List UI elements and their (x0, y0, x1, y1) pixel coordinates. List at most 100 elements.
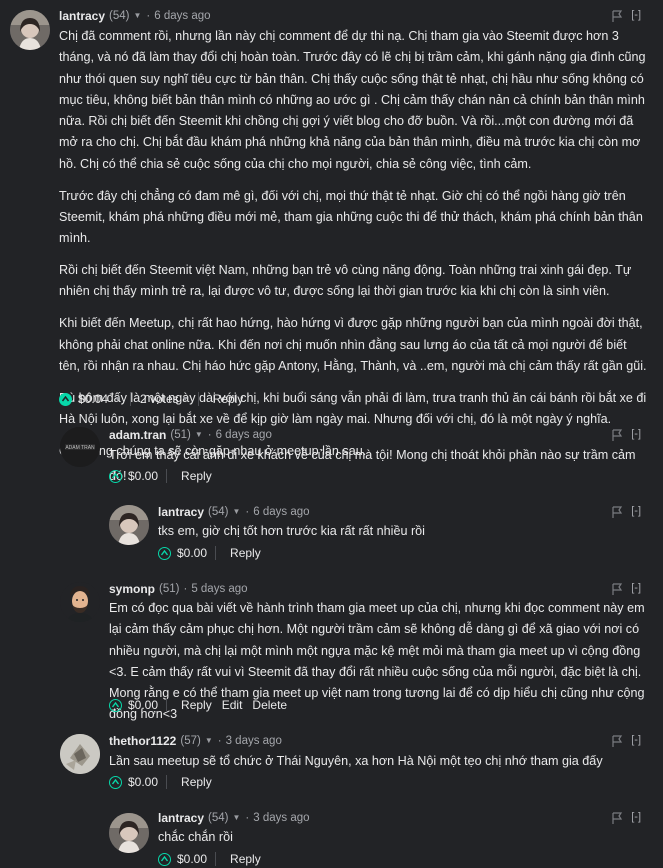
comment-header: thethor1122 (57) ▼ · 3 days ago (109, 732, 282, 750)
timestamp[interactable]: 3 days ago (226, 732, 282, 750)
comment-lantracy-1: lantracy (54) ▼ · 6 days ago [-] Chị đã … (0, 0, 663, 458)
collapse-toggle[interactable]: [-] (631, 811, 641, 823)
reply-link[interactable]: Reply (230, 546, 261, 560)
separator-dot: · (146, 10, 151, 22)
upvote-button[interactable] (158, 852, 171, 866)
comment-header: lantracy (54) ▼ · 3 days ago (158, 809, 310, 827)
collapse-toggle[interactable]: [-] (631, 505, 641, 517)
timestamp[interactable]: 6 days ago (154, 7, 210, 25)
comment-paragraph: Trước đây chị chẳng có đam mê gì, đối vớ… (59, 188, 643, 246)
author-name[interactable]: thethor1122 (109, 732, 176, 750)
reply-link[interactable]: Reply (181, 469, 212, 483)
comment-header: lantracy (54) ▼ · 6 days ago (158, 503, 310, 521)
reputation: (51) (159, 583, 180, 595)
flag-icon[interactable] (612, 735, 623, 747)
reputation: (54) (208, 812, 229, 824)
delete-link[interactable]: Delete (252, 698, 287, 712)
comment-footer: $0.00 Reply (158, 544, 261, 562)
upvote-button[interactable] (158, 546, 171, 560)
reply-link[interactable]: Reply (213, 392, 244, 406)
comment-header: symonp (51) · 5 days ago (109, 580, 248, 598)
author-menu-caret-icon[interactable]: ▼ (205, 732, 213, 750)
timestamp[interactable]: 3 days ago (253, 809, 309, 827)
reputation: (54) (208, 506, 229, 518)
timestamp[interactable]: 5 days ago (191, 580, 247, 598)
divider (166, 469, 168, 483)
author-name[interactable]: adam.tran (109, 426, 166, 444)
separator-dot: · (217, 735, 222, 747)
author-menu-caret-icon[interactable]: ▼ (133, 7, 141, 25)
avatar[interactable]: ADAM TRAN (60, 427, 100, 467)
collapse-toggle[interactable]: [-] (631, 9, 641, 21)
author-menu-caret-icon[interactable]: ▼ (232, 503, 240, 521)
edit-link[interactable]: Edit (222, 698, 243, 712)
votes-count[interactable]: 2 votes (140, 392, 179, 406)
payout-value[interactable]: $0.00 (128, 698, 158, 712)
comment-paragraph: Lần sau meetup sẽ tổ chức ở Thái Nguyên,… (109, 754, 603, 768)
comment-body: tks em, giờ chị tốt hơn trước kia rất rấ… (158, 521, 648, 542)
divider (166, 698, 168, 712)
upvote-button[interactable] (109, 469, 122, 483)
reputation: (51) (170, 429, 191, 441)
comment-paragraph: chắc chắn rồi (158, 830, 233, 844)
author-name[interactable]: lantracy (158, 503, 204, 521)
flag-icon[interactable] (612, 10, 623, 22)
payout-value[interactable]: $0.00 (177, 852, 207, 866)
collapse-toggle[interactable]: [-] (631, 582, 641, 594)
timestamp[interactable]: 6 days ago (216, 426, 272, 444)
upvote-button[interactable] (109, 698, 122, 712)
comment-paragraph: Rồi chị biết đến Steemit việt Nam, những… (59, 263, 632, 299)
upvote-button[interactable] (59, 392, 72, 406)
flag-icon[interactable] (612, 429, 623, 441)
flag-icon[interactable] (612, 812, 623, 824)
avatar[interactable] (10, 10, 50, 50)
separator-dot: · (245, 812, 250, 824)
upvote-button[interactable] (109, 775, 122, 789)
collapse-toggle[interactable]: [-] (631, 734, 641, 746)
separator-dot: · (207, 429, 212, 441)
payout-value[interactable]: $0.00 (128, 469, 158, 483)
author-name[interactable]: symonp (109, 580, 155, 598)
comment-paragraph: Chị đã comment rồi, nhưng lần này chị co… (59, 29, 646, 171)
payout-value[interactable]: $0.04 (78, 392, 108, 406)
collapse-toggle[interactable]: [-] (631, 428, 641, 440)
avatar-logo-text: ADAM TRAN (65, 445, 95, 451)
reputation: (54) (109, 10, 130, 22)
reply-link[interactable]: Reply (230, 852, 261, 866)
avatar[interactable] (109, 505, 149, 545)
author-name[interactable]: lantracy (59, 7, 105, 25)
divider (215, 852, 217, 866)
separator-dot: · (183, 583, 188, 595)
author-name[interactable]: lantracy (158, 809, 204, 827)
avatar[interactable] (109, 813, 149, 853)
comment-header: lantracy (54) ▼ · 6 days ago (59, 7, 211, 25)
flag-icon[interactable] (612, 506, 623, 518)
divider (129, 392, 131, 406)
comment-thethor1122: thethor1122 (57) ▼ · 3 days ago [-] Lần … (0, 730, 663, 800)
payout-value[interactable]: $0.00 (128, 775, 158, 789)
reply-link[interactable]: Reply (181, 775, 212, 789)
comment-footer: $0.00 Reply (109, 773, 212, 791)
payout-value[interactable]: $0.00 (177, 546, 207, 560)
comment-body: Lần sau meetup sẽ tổ chức ở Thái Nguyên,… (109, 751, 649, 772)
comment-lantracy-2: lantracy (54) ▼ · 6 days ago [-] tks em,… (0, 500, 663, 570)
author-menu-caret-icon[interactable]: ▼ (195, 426, 203, 444)
timestamp[interactable]: 6 days ago (253, 503, 309, 521)
comment-paragraph: tks em, giờ chị tốt hơn trước kia rất rấ… (158, 524, 425, 538)
divider (215, 546, 217, 560)
author-menu-caret-icon[interactable]: ▼ (232, 809, 240, 827)
reply-link[interactable]: Reply (181, 698, 212, 712)
comment-adam-tran: ADAM TRAN adam.tran (51) ▼ · 6 days ago … (0, 423, 663, 493)
flag-icon[interactable] (612, 583, 623, 595)
reputation: (57) (180, 735, 201, 747)
payout-dropdown-icon[interactable]: ▼ (114, 396, 121, 403)
avatar[interactable] (60, 582, 100, 622)
votes-dropdown-icon[interactable]: ▼ (182, 396, 189, 403)
avatar[interactable] (60, 734, 100, 774)
comment-footer: $0.00 Reply Edit Delete (109, 696, 297, 714)
comment-body: chắc chắn rồi (158, 827, 648, 848)
comment-symonp: symonp (51) · 5 days ago [-] Em có đọc q… (0, 578, 663, 721)
comment-footer: $0.00 Reply (158, 850, 261, 868)
divider (166, 775, 168, 789)
comment-header: adam.tran (51) ▼ · 6 days ago (109, 426, 272, 444)
